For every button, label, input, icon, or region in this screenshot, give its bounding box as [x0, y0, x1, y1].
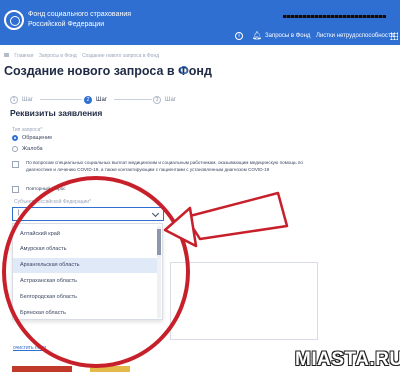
- annotation-circle: [2, 176, 190, 368]
- watermark: MIASTA.RU: [295, 349, 400, 370]
- annotation-overlay: [2, 176, 289, 368]
- annotation-arrow-icon: [184, 191, 289, 241]
